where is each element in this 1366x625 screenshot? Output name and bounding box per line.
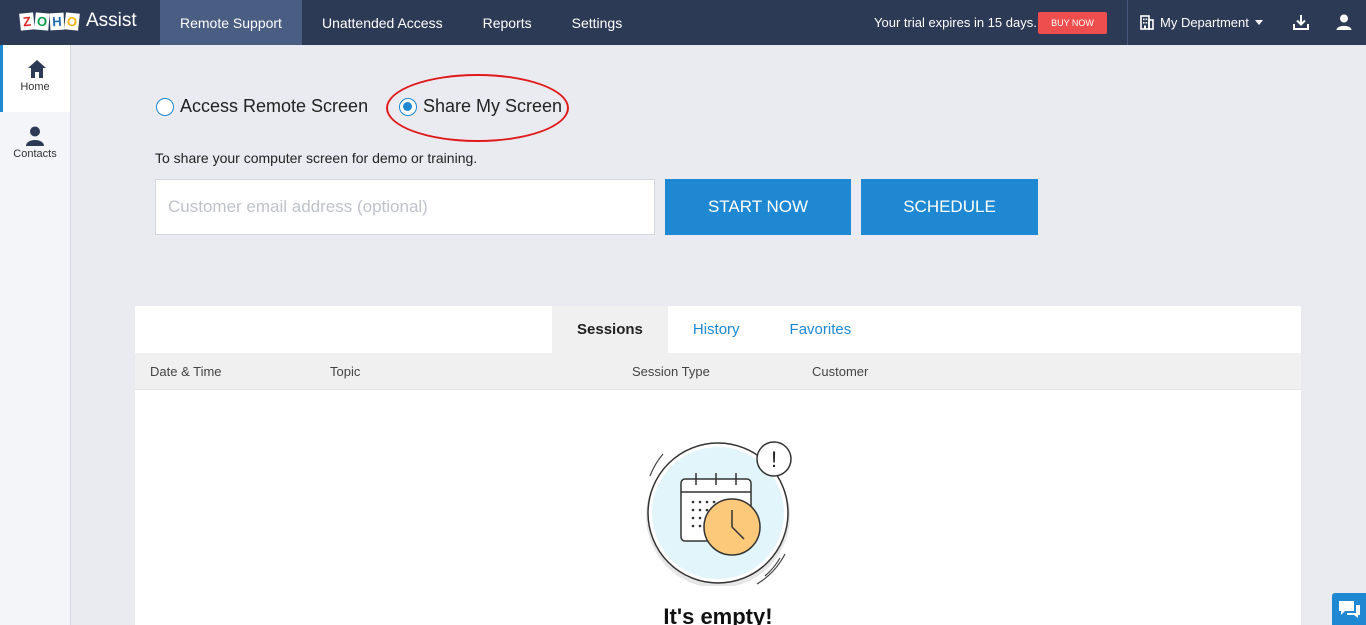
nav-unattended-access[interactable]: Unattended Access — [302, 0, 463, 45]
main-nav: Remote Support Unattended Access Reports… — [160, 0, 642, 45]
column-header-topic[interactable]: Topic — [330, 353, 360, 390]
radio-button-selected[interactable] — [399, 97, 417, 116]
zoho-logo: Z O H O — [19, 11, 80, 31]
department-name: My Department — [1160, 15, 1249, 30]
tab-history[interactable]: History — [668, 306, 765, 353]
header-divider — [1127, 0, 1128, 45]
radio-label: Share My Screen — [423, 96, 563, 116]
radio-access-remote-screen[interactable]: Access Remote Screen — [156, 96, 368, 117]
user-icon[interactable] — [1335, 13, 1353, 31]
chevron-down-icon — [1254, 20, 1263, 25]
app-name: Assist — [86, 10, 137, 31]
sidebar: Home Contacts — [0, 45, 71, 625]
customer-email-input[interactable] — [155, 179, 655, 235]
nav-remote-support[interactable]: Remote Support — [160, 0, 302, 45]
column-header-date-time[interactable]: Date & Time — [150, 353, 222, 390]
home-icon — [27, 60, 46, 78]
start-now-button[interactable]: START NOW — [665, 179, 851, 235]
empty-calendar-clock-icon: ! — [646, 441, 792, 586]
tab-favorites[interactable]: Favorites — [765, 306, 877, 353]
sessions-tabs: Sessions History Favorites — [552, 306, 876, 353]
contacts-icon — [26, 126, 44, 146]
sidebar-item-label: Contacts — [13, 148, 57, 160]
sessions-panel: Sessions History Favorites Date & Time T… — [135, 306, 1301, 625]
buy-now-button[interactable]: BUY NOW — [1038, 12, 1107, 34]
mode-description: To share your computer screen for demo o… — [155, 150, 478, 166]
sidebar-item-home[interactable]: Home — [0, 45, 70, 112]
exclamation-badge: ! — [771, 447, 777, 472]
chat-icon — [1339, 601, 1360, 618]
nav-settings[interactable]: Settings — [552, 0, 643, 45]
column-header-session-type[interactable]: Session Type — [632, 353, 710, 390]
sidebar-item-label: Home — [20, 81, 50, 93]
logo-letter: O — [34, 11, 50, 31]
schedule-button[interactable]: SCHEDULE — [861, 179, 1038, 235]
sessions-table-header: Date & Time Topic Session Type Customer — [135, 353, 1301, 390]
logo-letter: H — [49, 12, 65, 30]
radio-label: Access Remote Screen — [180, 96, 369, 116]
tab-sessions[interactable]: Sessions — [552, 306, 668, 353]
top-bar: Z O H O Assist Remote Support Unattended… — [0, 0, 1366, 45]
logo-letter: O — [64, 11, 80, 31]
trial-notice: Your trial expires in 15 days. — [874, 15, 1037, 30]
download-icon[interactable] — [1292, 13, 1310, 31]
app-logo[interactable]: Z O H O Assist — [19, 10, 137, 32]
chat-button[interactable] — [1332, 593, 1366, 625]
department-selector[interactable]: My Department — [1140, 0, 1263, 45]
sidebar-item-contacts[interactable]: Contacts — [0, 112, 70, 179]
empty-state-text: It's empty! — [663, 604, 773, 625]
nav-reports[interactable]: Reports — [463, 0, 552, 45]
building-icon — [1140, 15, 1154, 30]
radio-share-my-screen[interactable]: Share My Screen — [399, 96, 562, 117]
logo-letter: Z — [19, 11, 35, 31]
column-header-customer[interactable]: Customer — [812, 353, 868, 390]
radio-button[interactable] — [156, 97, 174, 116]
